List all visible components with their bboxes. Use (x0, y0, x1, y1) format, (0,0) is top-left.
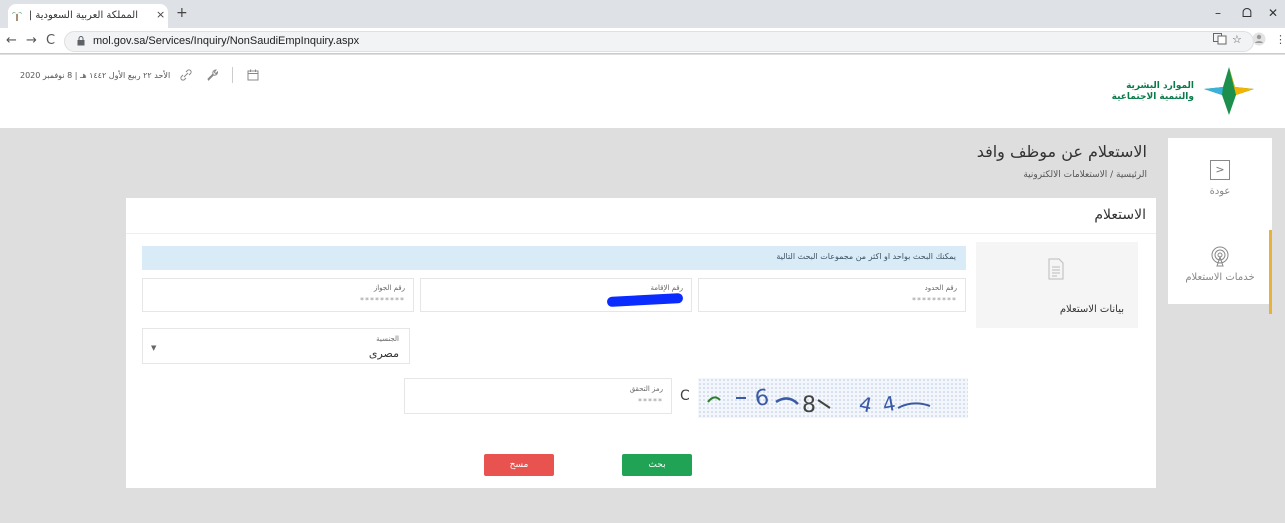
inquiry-data-panel: بيانات الاستعلام (976, 242, 1138, 328)
divider (232, 67, 233, 83)
browser-tab[interactable]: المملكة العربية السعودية | وزارة الـ × (8, 4, 168, 28)
browser-toolbar: ← → C mol.gov.sa/Services/Inquiry/NonSau… (0, 28, 1285, 54)
clear-button[interactable]: مسح (484, 454, 554, 476)
card-title: الاستعلام (1094, 207, 1146, 223)
document-icon (1048, 258, 1064, 280)
refresh-captcha-icon[interactable]: C (680, 388, 690, 404)
captcha-image: 6 8 4 4 (698, 378, 968, 418)
page-body: > عودة خدمات الاستعلام الاستعلام عن موظف… (0, 128, 1285, 523)
maximize-button[interactable]: ᗝ (1242, 6, 1252, 21)
services-label: خدمات الاستعلام (1185, 272, 1255, 283)
captcha-placeholder: ***** (638, 397, 663, 406)
star-icon[interactable]: ☆ (1232, 33, 1242, 46)
url-text: mol.gov.sa/Services/Inquiry/NonSaudiEmpI… (93, 35, 360, 47)
page-title: الاستعلام عن موظف وافد (976, 142, 1147, 161)
menu-icon[interactable]: ⋮ (1275, 33, 1285, 46)
iqama-number-field[interactable]: رقم الإقامة (420, 278, 692, 312)
back-label: عودة (1209, 186, 1231, 197)
date-text: الأحد ٢٢ ربيع الأول ١٤٤٢ هـ | 8 نوفمبر 2… (20, 71, 171, 80)
border-number-placeholder: ********* (912, 296, 957, 305)
inquiry-card: الاستعلام بيانات الاستعلام يمكنك البحث ب… (126, 198, 1156, 488)
active-indicator (1269, 230, 1272, 314)
search-button[interactable]: بحث (622, 454, 692, 476)
chevron-down-icon: ▼ (151, 344, 157, 352)
tab-close-icon[interactable]: × (156, 8, 165, 21)
border-number-label: رقم الحدود (924, 284, 957, 292)
back-arrow-icon[interactable]: ← (6, 33, 17, 48)
calendar-icon (247, 69, 259, 81)
logo-line-2: والتنمية الاجتماعية (1111, 92, 1194, 103)
captcha-input[interactable]: رمز التحقق ***** (404, 378, 672, 414)
broadcast-icon (1211, 246, 1229, 267)
logo-line-1: الموارد البشرية (1126, 81, 1194, 91)
new-tab-button[interactable]: + (176, 5, 188, 21)
passport-number-label: رقم الجواز (373, 284, 405, 292)
back-chevron-icon: > (1210, 160, 1230, 180)
address-bar[interactable]: mol.gov.sa/Services/Inquiry/NonSaudiEmpI… (64, 31, 1254, 52)
minimize-button[interactable]: – (1215, 6, 1221, 20)
nationality-label: الجنسية (376, 335, 399, 343)
breadcrumb[interactable]: الرئيسية / الاستعلامات الالكترونية (1023, 170, 1147, 180)
profile-icon[interactable] (1252, 32, 1266, 46)
back-link[interactable]: > عودة (1168, 160, 1272, 197)
tab-title: المملكة العربية السعودية | وزارة الـ (28, 10, 138, 21)
inquiry-services-link[interactable]: خدمات الاستعلام (1168, 246, 1272, 283)
close-window-button[interactable]: ✕ (1268, 6, 1278, 20)
link-icon[interactable] (180, 69, 192, 81)
passport-number-field[interactable]: رقم الجواز ********* (142, 278, 414, 312)
lock-icon (77, 36, 85, 46)
passport-number-placeholder: ********* (360, 296, 405, 305)
browser-tab-strip: المملكة العربية السعودية | وزارة الـ × +… (0, 0, 1285, 28)
data-panel-label: بيانات الاستعلام (1059, 304, 1124, 315)
redaction-mark (606, 293, 684, 307)
card-header: الاستعلام (126, 198, 1156, 234)
header-tools (180, 67, 259, 83)
palm-favicon-icon (12, 12, 22, 21)
side-panel: > عودة خدمات الاستعلام (1168, 138, 1272, 314)
iqama-number-label: رقم الإقامة (650, 284, 683, 292)
nationality-value: مصرى (368, 347, 399, 360)
translate-icon[interactable] (1213, 33, 1227, 45)
logo-star-icon (1204, 67, 1254, 115)
info-banner: يمكنك البحث بواحد او اكثر من مجموعات الب… (142, 246, 966, 270)
captcha-label: رمز التحقق (629, 385, 663, 393)
border-number-field[interactable]: رقم الحدود ********* (698, 278, 966, 312)
wrench-icon[interactable] (206, 69, 218, 81)
svg-text:8: 8 (802, 393, 816, 418)
reload-icon[interactable]: C (46, 33, 55, 48)
info-text: يمكنك البحث بواحد او اكثر من مجموعات الب… (776, 252, 956, 261)
forward-arrow-icon[interactable]: → (26, 33, 37, 48)
nationality-select[interactable]: الجنسية مصرى ▼ (142, 328, 410, 364)
ministry-logo: الموارد البشرية والتنمية الاجتماعية (1096, 65, 1256, 117)
site-header: الأحد ٢٢ ربيع الأول ١٤٤٢ هـ | 8 نوفمبر 2… (0, 55, 1285, 128)
